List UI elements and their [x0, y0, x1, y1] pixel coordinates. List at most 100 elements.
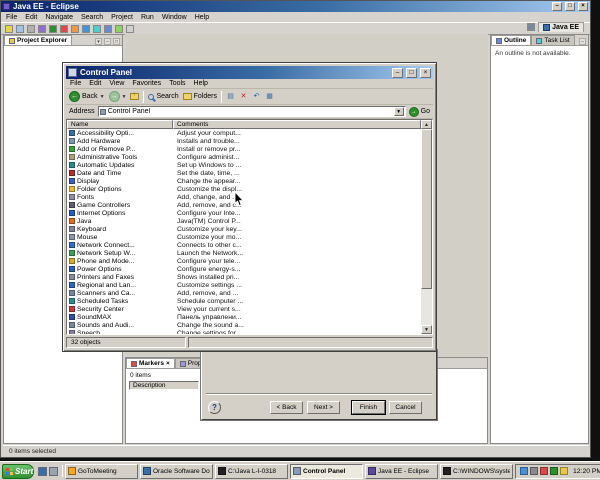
up-button[interactable]: ↑	[130, 93, 139, 100]
quick-launch-browser-icon[interactable]	[38, 467, 47, 476]
cp-menu-item[interactable]: Edit	[89, 80, 101, 87]
quick-launch-desktop-icon[interactable]	[49, 467, 58, 476]
eclipse-toolbar-icon[interactable]	[38, 25, 46, 33]
eclipse-toolbar-icon[interactable]	[126, 25, 134, 33]
eclipse-menu-item[interactable]: Project	[111, 14, 133, 21]
delete-icon[interactable]: ✕	[239, 92, 248, 101]
tab-outline[interactable]: Outline	[491, 35, 531, 45]
minimize-view-icon[interactable]: –	[579, 38, 586, 45]
control-panel-item[interactable]: Game Controllers Add, remove, and c...	[67, 201, 421, 209]
column-header-name[interactable]: Name	[67, 120, 173, 129]
eclipse-menu-item[interactable]: Edit	[25, 14, 37, 21]
vertical-scrollbar[interactable]: ▲ ▼	[421, 120, 432, 334]
address-combo[interactable]: Control Panel ▼	[98, 106, 406, 117]
control-panel-item[interactable]: Fonts Add, change, and ...	[67, 193, 421, 201]
eclipse-toolbar-icon[interactable]	[71, 25, 79, 33]
eclipse-menu-item[interactable]: Navigate	[45, 14, 73, 21]
taskbar-task-button[interactable]: GoToMeeting	[65, 464, 138, 479]
taskbar-task-button[interactable]: C:\Java L-I-0318	[215, 464, 288, 479]
control-panel-item[interactable]: Security Center View your current s...	[67, 305, 421, 313]
project-explorer-content[interactable]	[4, 46, 122, 54]
eclipse-close-button[interactable]: ×	[578, 2, 588, 11]
eclipse-toolbar-icon[interactable]	[104, 25, 112, 33]
close-tab-icon[interactable]: ×	[166, 360, 170, 367]
eclipse-menu-item[interactable]: Window	[162, 14, 187, 21]
control-panel-item[interactable]: Automatic Updates Set up Windows to ...	[67, 161, 421, 169]
views-icon[interactable]: ▦	[265, 92, 274, 101]
wizard-help-button[interactable]: ?	[208, 401, 221, 414]
eclipse-toolbar-icon[interactable]	[27, 25, 35, 33]
control-panel-item[interactable]: Printers and Faxes Shows installed pri..…	[67, 273, 421, 281]
control-panel-item[interactable]: Display Change the appear...	[67, 177, 421, 185]
undo-icon[interactable]: ↶	[252, 92, 261, 101]
taskbar-task-button[interactable]: C:\WINDOWS\system3...	[440, 464, 513, 479]
control-panel-item[interactable]: Sounds and Audi... Change the sound a...	[67, 321, 421, 329]
cp-menu-item[interactable]: View	[109, 80, 124, 87]
control-panel-item[interactable]: Mouse Customize your mo...	[67, 233, 421, 241]
cp-minimize-button[interactable]: –	[392, 68, 403, 78]
control-panel-item[interactable]: Regional and Lan... Customize settings .…	[67, 281, 421, 289]
tray-icon[interactable]	[550, 467, 558, 475]
tray-icon[interactable]	[560, 467, 568, 475]
eclipse-menu-item[interactable]: File	[6, 14, 17, 21]
taskbar-task-button[interactable]: Java EE - Eclipse	[365, 464, 438, 479]
eclipse-titlebar[interactable]: Java EE - Eclipse – □ ×	[1, 1, 590, 12]
eclipse-minimize-button[interactable]: –	[552, 2, 562, 11]
markers-description-header[interactable]: Description	[129, 381, 199, 390]
eclipse-toolbar-icon[interactable]	[49, 25, 57, 33]
eclipse-menu-item[interactable]: Search	[81, 14, 103, 21]
control-panel-item[interactable]: Add Hardware Installs and trouble...	[67, 137, 421, 145]
control-panel-item[interactable]: Folder Options Customize the displ...	[67, 185, 421, 193]
cp-maximize-button[interactable]: □	[406, 68, 417, 78]
control-panel-item[interactable]: Keyboard Customize your key...	[67, 225, 421, 233]
scrollbar-thumb[interactable]	[421, 129, 432, 289]
eclipse-toolbar-icon[interactable]	[60, 25, 68, 33]
cp-menu-item[interactable]: File	[70, 80, 81, 87]
tray-icon[interactable]	[520, 467, 528, 475]
control-panel-item[interactable]: Scanners and Ca... Add, remove, and ...	[67, 289, 421, 297]
minimize-view-icon[interactable]: –	[104, 38, 111, 45]
cp-menu-item[interactable]: Tools	[169, 80, 185, 87]
control-panel-titlebar[interactable]: Control Panel – □ ×	[66, 66, 433, 79]
address-dropdown-icon[interactable]: ▼	[394, 107, 404, 116]
tab-project-explorer[interactable]: Project Explorer	[4, 35, 72, 45]
eclipse-toolbar-icon[interactable]	[5, 25, 13, 33]
control-panel-item[interactable]: Java Java(TM) Control P...	[67, 217, 421, 225]
control-panel-item[interactable]: Add or Remove P... Install or remove pr.…	[67, 145, 421, 153]
tab-markers[interactable]: Markers ×	[126, 358, 175, 368]
eclipse-toolbar-icon[interactable]	[82, 25, 90, 33]
scroll-down-icon[interactable]: ▼	[421, 325, 432, 334]
maximize-view-icon[interactable]: □	[113, 38, 120, 45]
search-button[interactable]: Search	[148, 93, 178, 100]
control-panel-item[interactable]: Accessibility Opti... Adjust your comput…	[67, 129, 421, 137]
taskbar-task-button[interactable]: Control Panel	[290, 464, 363, 479]
folders-button[interactable]: Folders	[183, 93, 217, 100]
eclipse-toolbar-icon[interactable]	[16, 25, 24, 33]
go-button[interactable]: → Go	[409, 107, 430, 117]
control-panel-item[interactable]: Date and Time Set the date, time, ...	[67, 169, 421, 177]
eclipse-toolbar-icon[interactable]	[93, 25, 101, 33]
start-button[interactable]: Start	[2, 464, 34, 479]
scroll-up-icon[interactable]: ▲	[421, 120, 432, 129]
column-header-comments[interactable]: Comments	[173, 120, 421, 129]
perspective-tab-java-ee[interactable]: Java EE	[538, 22, 584, 32]
control-panel-item[interactable]: Speech Change settings for...	[67, 329, 421, 334]
control-panel-item[interactable]: Phone and Mode... Configure your tele...	[67, 257, 421, 265]
move-to-icon[interactable]: ▤	[226, 92, 235, 101]
wizard-button[interactable]: Cancel	[389, 401, 422, 414]
control-panel-item[interactable]: Network Connect... Connects to other c..…	[67, 241, 421, 249]
eclipse-menu-item[interactable]: Help	[195, 14, 209, 21]
back-button[interactable]: ← Back ▼	[69, 91, 105, 102]
tray-icon[interactable]	[540, 467, 548, 475]
tab-task-list[interactable]: Task List	[531, 35, 574, 45]
control-panel-item[interactable]: Scheduled Tasks Schedule computer ...	[67, 297, 421, 305]
control-panel-item[interactable]: Administrative Tools Configure administ.…	[67, 153, 421, 161]
cp-menu-item[interactable]: Help	[194, 80, 208, 87]
control-panel-item[interactable]: SoundMAX Панель управлени...	[67, 313, 421, 321]
control-panel-item[interactable]: Network Setup W... Launch the Network...	[67, 249, 421, 257]
wizard-button[interactable]: < Back	[270, 401, 303, 414]
view-menu-icon[interactable]: ▾	[95, 38, 102, 45]
wizard-button[interactable]: Finish	[352, 401, 385, 414]
tray-icon[interactable]	[530, 467, 538, 475]
cp-close-button[interactable]: ×	[420, 68, 431, 78]
